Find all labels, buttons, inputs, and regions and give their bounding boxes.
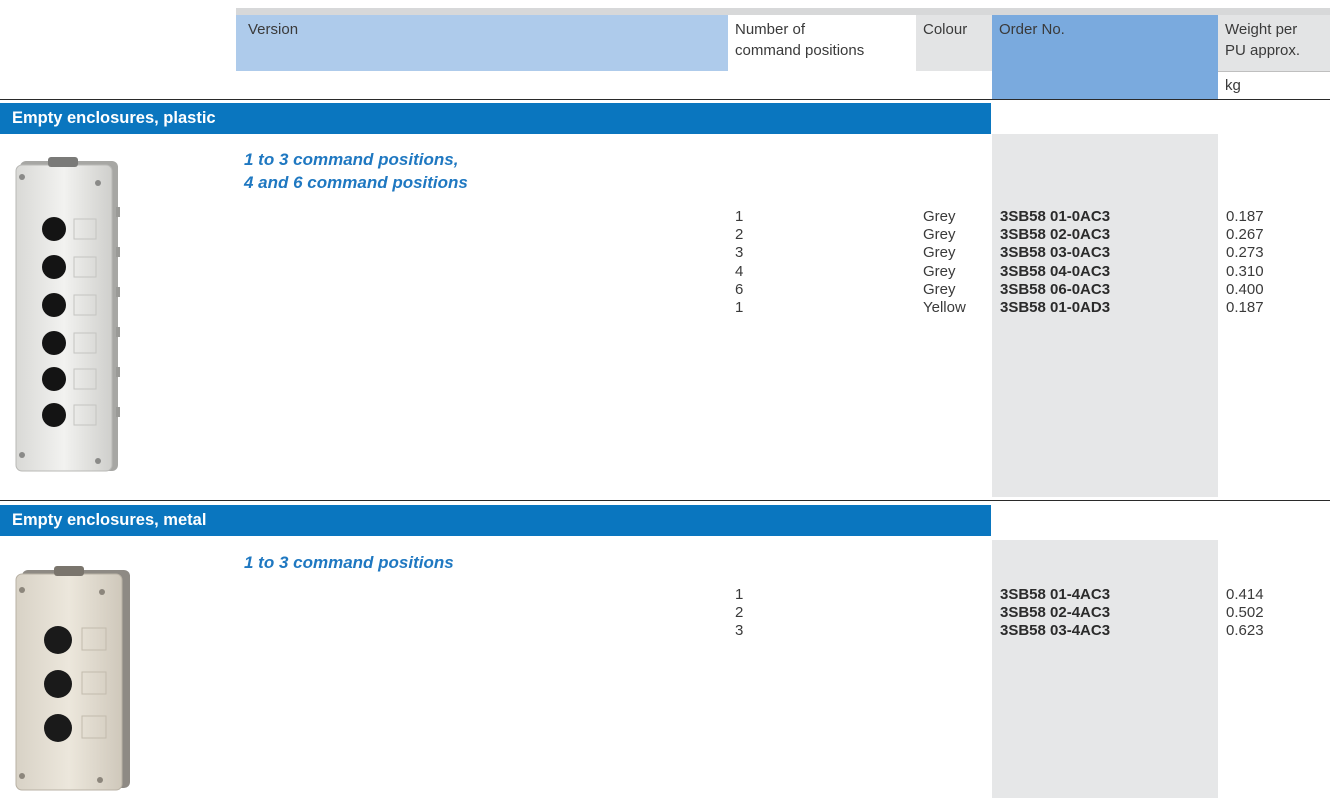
section-subtitle-plastic-line1: 1 to 3 command positions, (244, 150, 459, 169)
table-row: 2 Grey 3SB58 02-0AC3 0.267 (0, 226, 1330, 244)
weight-label-line1: Weight per (1225, 21, 1298, 38)
order-no-label: Order No. (999, 21, 1065, 38)
table-row: 1 Yellow 3SB58 01-0AD3 0.187 (0, 299, 1330, 317)
num-positions-cell: 4 (735, 262, 744, 280)
table-row: 3 3SB58 03-4AC3 0.623 (0, 622, 1330, 640)
weight-unit-cell: kg (1218, 71, 1330, 99)
weight-cell: 0.267 (1226, 226, 1264, 244)
order-no-cell: 3SB58 02-4AC3 (1000, 604, 1111, 622)
table-row: 1 3SB58 01-4AC3 0.414 (0, 586, 1330, 604)
weight-cell: 0.273 (1226, 244, 1264, 262)
colour-cell: Grey (923, 280, 956, 298)
order-no-cell: 3SB58 06-0AC3 (1000, 280, 1111, 298)
num-positions-cell: 1 (735, 208, 744, 225)
column-header-number-of-positions: Number of command positions (728, 8, 916, 71)
colour-cell: Grey (923, 262, 956, 280)
colour-cell: Yellow (923, 299, 966, 316)
section-title-plastic: Empty enclosures, plastic (0, 103, 991, 134)
table-row: 1 Grey 3SB58 01-0AC3 0.187 (0, 208, 1330, 226)
column-header-colour: Colour (916, 8, 992, 71)
weight-cell: 0.310 (1226, 262, 1264, 280)
weight-cell: 0.187 (1226, 208, 1264, 225)
column-header-order-no: Order No. (992, 8, 1218, 99)
colour-cell: Grey (923, 244, 956, 262)
number-of-label-line1: Number of (735, 21, 806, 38)
weight-unit: kg (1225, 77, 1241, 94)
number-of-label-line2: command positions (735, 42, 865, 59)
section-divider (0, 500, 1330, 501)
section-subtitle-metal: 1 to 3 command positions (244, 553, 454, 572)
table-row: 4 Grey 3SB58 04-0AC3 0.310 (0, 263, 1330, 281)
weight-cell: 0.414 (1226, 586, 1264, 603)
colour-cell: Grey (923, 208, 956, 225)
weight-label-line2: PU approx. (1225, 42, 1301, 59)
order-no-cell: 3SB58 03-4AC3 (1000, 622, 1111, 640)
column-header-weight: Weight per PU approx. (1218, 8, 1330, 71)
weight-cell: 0.400 (1226, 280, 1264, 298)
num-positions-cell: 1 (735, 299, 744, 316)
num-positions-cell: 2 (735, 604, 744, 622)
num-positions-cell: 2 (735, 226, 744, 244)
weight-cell: 0.502 (1226, 604, 1264, 622)
order-no-cell: 3SB58 03-0AC3 (1000, 244, 1111, 262)
order-no-cell: 3SB58 04-0AC3 (1000, 262, 1111, 280)
colour-cell: Grey (923, 226, 956, 244)
weight-cell: 0.187 (1226, 299, 1264, 316)
num-positions-cell: 1 (735, 586, 744, 603)
column-header-version: Version (236, 8, 728, 71)
section-title-metal: Empty enclosures, metal (0, 505, 991, 536)
order-no-cell: 3SB58 01-0AD3 (1000, 299, 1111, 316)
header-rule (0, 99, 1330, 100)
num-positions-cell: 3 (735, 244, 744, 262)
enclosure-image-plastic (14, 157, 124, 480)
order-no-cell: 3SB58 01-0AC3 (1000, 208, 1111, 225)
section-subtitle-plastic-line2: 4 and 6 command positions (244, 173, 468, 192)
table-row: 2 3SB58 02-4AC3 0.502 (0, 604, 1330, 622)
order-no-cell: 3SB58 02-0AC3 (1000, 226, 1111, 244)
order-no-cell: 3SB58 01-4AC3 (1000, 586, 1111, 603)
colour-label: Colour (923, 21, 968, 38)
version-label: Version (248, 21, 299, 38)
table-row: 6 Grey 3SB58 06-0AC3 0.400 (0, 281, 1330, 299)
table-row: 3 Grey 3SB58 03-0AC3 0.273 (0, 244, 1330, 262)
num-positions-cell: 3 (735, 622, 744, 640)
num-positions-cell: 6 (735, 280, 744, 298)
weight-cell: 0.623 (1226, 622, 1264, 640)
order-column-band-metal (992, 540, 1218, 798)
